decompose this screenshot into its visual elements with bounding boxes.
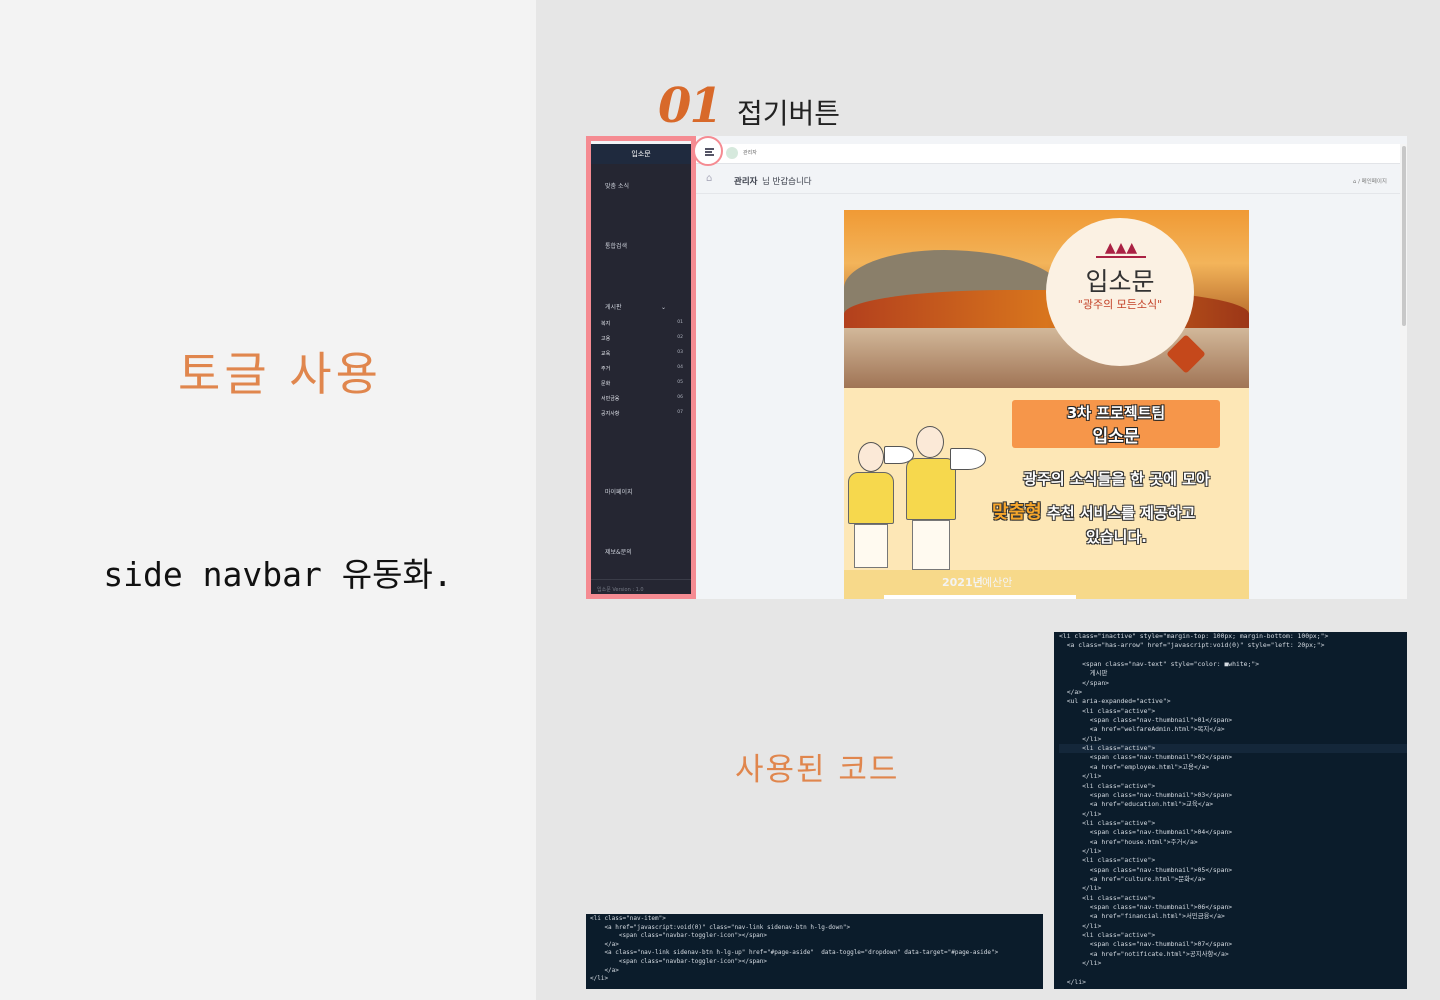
- code-line: </li>: [1059, 959, 1102, 968]
- year-rest: 예산안: [982, 576, 1013, 589]
- avatar[interactable]: [726, 147, 738, 159]
- code-line: <li class="active">: [1059, 744, 1407, 754]
- code-line: <a href="welfareAdmin.html">복지</a>: [1059, 725, 1225, 734]
- left-description: side navbar 유동화.: [103, 555, 453, 594]
- megaphone-icon: [950, 448, 986, 470]
- logo-title: 입소문: [1085, 267, 1155, 296]
- admin-label[interactable]: 관리자: [743, 149, 757, 156]
- slogan-line2: 맞춤형 추천 서비스를 제공하고: [992, 498, 1249, 524]
- code-line: <span class="nav-text" style="color: ■wh…: [1059, 660, 1260, 669]
- person-head-icon: [916, 426, 944, 458]
- code-line: <li class="active">: [1059, 781, 1156, 790]
- greeting-text: 님 반갑습니다: [762, 177, 812, 187]
- hamburger-icon-bar: [705, 151, 712, 153]
- code-panel-toggle: <li class="nav-item"> <a href="javascrip…: [586, 914, 1043, 989]
- code-line: <span class="nav-thumbnail">07</span>: [1059, 940, 1233, 949]
- scrollbar-thumb[interactable]: [1402, 146, 1406, 326]
- greeting-bar: ⌂ 관리자 님 반갑습니다 ⌂ / 메인페이지: [696, 166, 1407, 194]
- code-line: <a href="javascript:void(0)" class="nav-…: [590, 923, 851, 931]
- slogan-line1: 광주의 소식들을 한 곳에 모아: [1023, 470, 1210, 488]
- code-line: <a href="house.html">주거</a>: [1059, 837, 1198, 846]
- code-line: </li>: [1059, 772, 1102, 781]
- code-line: <li class="active">: [1059, 706, 1156, 715]
- code-section-title: 사용된 코드: [735, 752, 900, 788]
- slogan-highlight: 맞춤형: [992, 502, 1042, 523]
- code-line: </a>: [590, 940, 619, 948]
- code-line: <li class="nav-item">: [590, 915, 666, 922]
- poster-text-area: 3차 프로젝트팀 입소문 광주의 소식들을 한 곳에 모아 맞춤형 추천 서비스…: [844, 388, 1249, 599]
- breadcrumb[interactable]: ⌂ / 메인페이지: [1353, 177, 1387, 185]
- code-line: </span>: [1059, 678, 1110, 687]
- app-screenshot: 입소문 맞춤 소식 통합검색 게시판 ⌄ 복지 01 고용 02 교육 03 주거 04…: [586, 136, 1407, 599]
- team-line1: 3차 프로젝트팀: [1066, 404, 1166, 422]
- code-line: <a href="education.html">교육</a>: [1059, 800, 1214, 809]
- slogan-line2-rest: 추천 서비스를 제공하고: [1041, 504, 1196, 522]
- code-panel-sidebar: <li class="inactive" style="margin-top: …: [1054, 632, 1407, 989]
- code-line: <span class="nav-thumbnail">02</span>: [1059, 753, 1233, 762]
- building-icon: ▲▲▲: [1096, 238, 1146, 258]
- code-line: <li class="active">: [1059, 931, 1156, 939]
- person-shirt: [906, 458, 956, 520]
- step-number: 01: [658, 78, 723, 134]
- poster-photo: ▲▲▲ 입소문 "광주의 모든소식": [844, 210, 1249, 388]
- code-line: </li>: [1059, 921, 1102, 930]
- home-icon: ⌂: [706, 173, 713, 184]
- greeting-name: 관리자: [734, 177, 758, 187]
- code-line: </li>: [1059, 734, 1102, 743]
- year-text: 2021년: [942, 576, 983, 589]
- code-line: <span class="nav-thumbnail">05</span>: [1059, 865, 1233, 874]
- code-line: <li class="active">: [1059, 856, 1156, 865]
- banner-poster: ▲▲▲ 입소문 "광주의 모든소식" 3차 프로젝트팀 입소문 광주의 소식들을…: [844, 210, 1249, 599]
- code-line: </li>: [1059, 846, 1102, 855]
- code-line: 게시판: [1059, 669, 1108, 678]
- slogan-line3: 있습니다.: [1086, 528, 1147, 546]
- code-line: <a class="has-arrow" href="javascript:vo…: [1059, 641, 1325, 650]
- code-line: <span class="nav-thumbnail">04</span>: [1059, 828, 1233, 837]
- code-line: <span class="nav-thumbnail">03</span>: [1059, 790, 1233, 799]
- code-line: <ul aria-expanded="active">: [1059, 697, 1171, 706]
- code-line: </a>: [590, 966, 619, 974]
- poster-white-bar: [884, 595, 1076, 599]
- left-panel: 토글 사용 side navbar 유동화.: [0, 0, 536, 1000]
- code-line: </li>: [1059, 977, 1086, 986]
- logo-subtitle: "광주의 모든소식": [1077, 298, 1163, 311]
- code-line: <a href="culture.html">문화</a>: [1059, 874, 1206, 883]
- code-line: </li>: [1059, 809, 1102, 818]
- code-line: <a class="nav-link sidenav-btn h-lg-up" …: [590, 949, 999, 957]
- code-line: </a>: [1059, 688, 1083, 697]
- hamburger-icon: [705, 148, 714, 150]
- step-title: 접기버튼: [737, 98, 841, 129]
- person-legs: [912, 520, 950, 570]
- hamburger-icon-bar: [705, 154, 714, 156]
- code-line: </li>: [1059, 884, 1102, 893]
- code-line: <li class="inactive" style="margin-top: …: [1059, 632, 1329, 640]
- code-line: <a href="notificate.html">공지사항</a>: [1059, 949, 1229, 958]
- top-navbar: [696, 144, 1407, 164]
- code-line: <span class="navbar-toggler-icon"></span…: [590, 957, 768, 965]
- person-shirt: [848, 472, 894, 524]
- sidebar-highlight-frame: [586, 136, 696, 599]
- code-line: <a href="financial.html">서민금융</a>: [1059, 912, 1225, 921]
- code-line: <span class="navbar-toggler-icon"></span…: [590, 932, 768, 940]
- code-line: <span class="nav-thumbnail">06</span>: [1059, 902, 1233, 911]
- code-line: </li>: [590, 975, 609, 983]
- code-line: <a href="employee.html">고용</a>: [1059, 762, 1210, 771]
- left-heading: 토글 사용: [178, 347, 382, 401]
- code-line: <li class="active">: [1059, 818, 1156, 827]
- person-legs: [854, 524, 888, 568]
- team-line2: 입소문: [1092, 427, 1140, 447]
- code-line: <li class="active">: [1059, 893, 1156, 902]
- person-head-icon: [858, 442, 884, 472]
- sidebar-toggle-button[interactable]: [693, 136, 723, 166]
